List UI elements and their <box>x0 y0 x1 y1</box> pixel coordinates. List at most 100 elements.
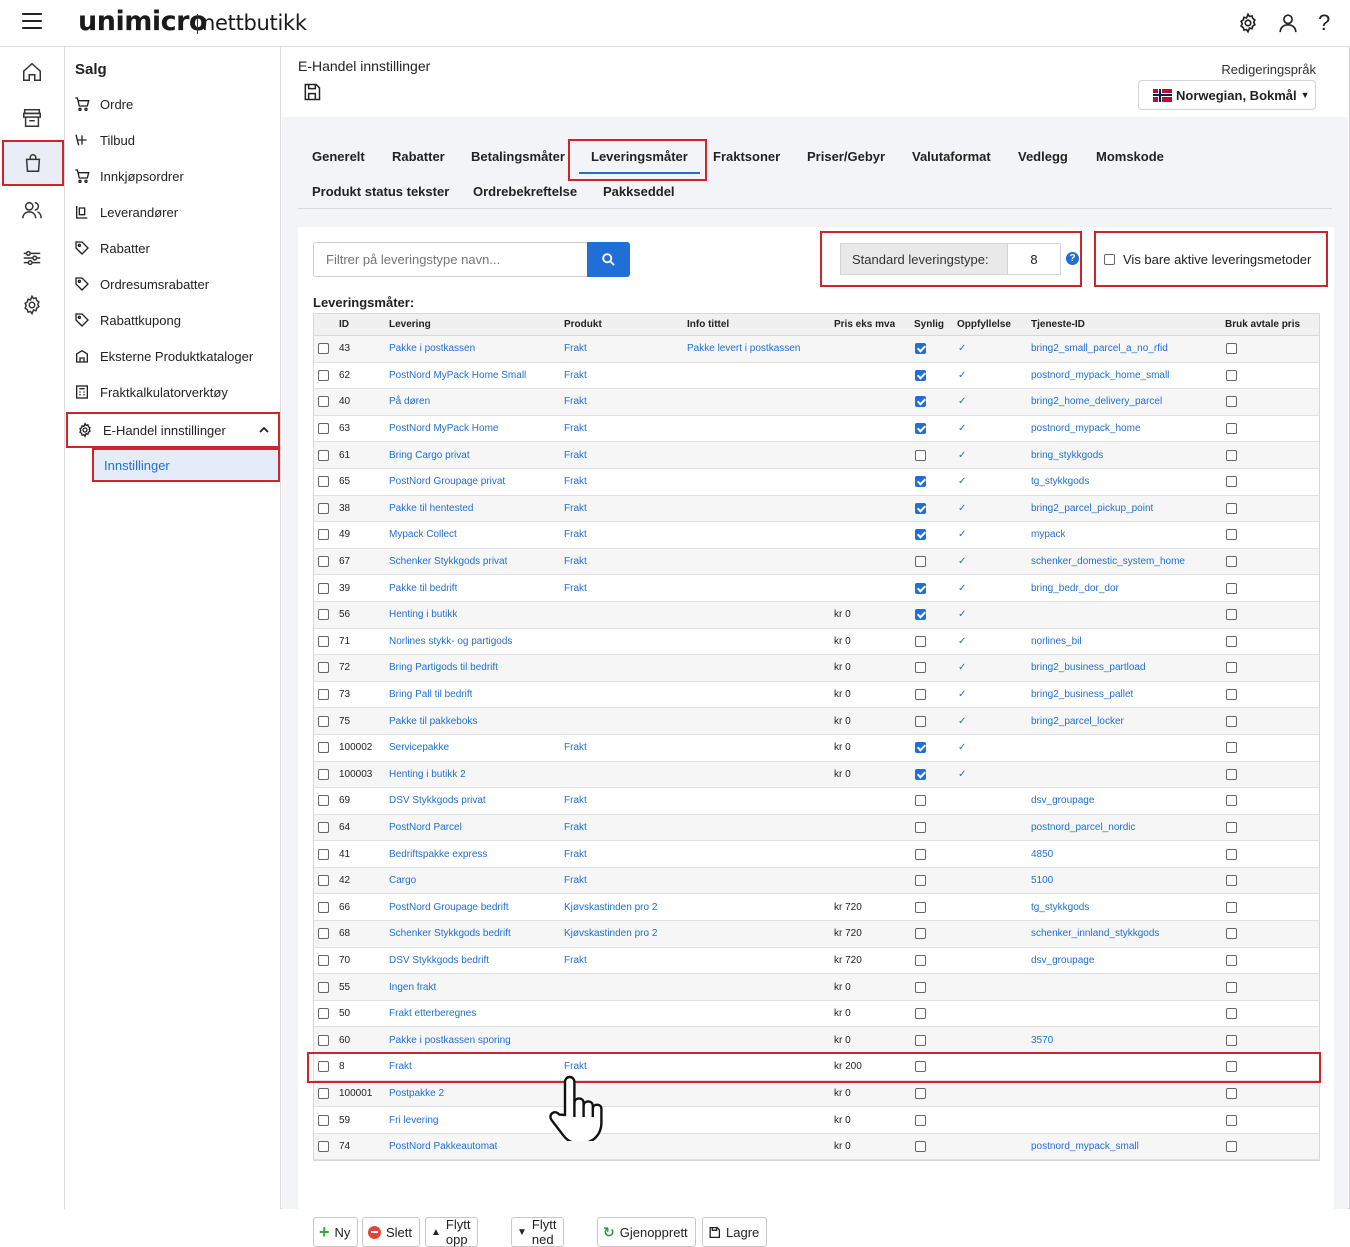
nav-item-leverandorer[interactable]: Leverandører <box>65 194 280 230</box>
cell-produkt[interactable]: Frakt <box>564 363 587 389</box>
cell-tjeneste[interactable]: schenker_domestic_system_home <box>1031 549 1185 575</box>
cell-levering[interactable]: Pakke i postkassen <box>389 336 475 362</box>
filter-input[interactable] <box>313 242 587 277</box>
help-icon[interactable]: ? <box>1066 252 1079 265</box>
table-row[interactable]: 67 Schenker Stykkgods privat Frakt schenker… <box>314 548 1319 576</box>
nav-item-e-handel-innstillinger[interactable]: E-Handel innstillinger <box>66 412 280 448</box>
cell-tjeneste[interactable]: postnord_mypack_home_small <box>1031 363 1169 389</box>
cell-levering[interactable]: PostNord MyPack Home <box>389 416 498 442</box>
cell-levering[interactable]: På døren <box>389 389 430 415</box>
cell-levering[interactable]: Schenker Stykkgods bedrift <box>389 921 511 947</box>
avtale-pris-checkbox[interactable] <box>1226 575 1237 601</box>
cell-levering[interactable]: Norlines stykk- og partigods <box>389 629 512 655</box>
avtale-pris-checkbox[interactable] <box>1226 389 1237 415</box>
cell-tjeneste[interactable]: bring2_business_pallet <box>1031 682 1133 708</box>
cell-produkt[interactable]: Frakt <box>564 389 587 415</box>
row-select-checkbox[interactable] <box>318 522 329 548</box>
avtale-pris-checkbox[interactable] <box>1226 1001 1237 1027</box>
nav-item-innkjopsordrer[interactable]: Innkjøpsordrer <box>65 158 280 194</box>
nav-item-fraktkalkulatorverktoy[interactable]: Fraktkalkulatorverktøy <box>65 374 280 410</box>
table-row[interactable]: 71 Norlines stykk- og partigods kr 0 norlin… <box>314 629 1319 656</box>
nav-item-tilbud[interactable]: Tilbud <box>65 122 280 158</box>
cell-tjeneste[interactable]: tg_stykkgods <box>1031 894 1089 920</box>
cell-levering[interactable]: Schenker Stykkgods privat <box>389 549 507 575</box>
row-select-checkbox[interactable] <box>318 1081 329 1107</box>
avtale-pris-checkbox[interactable] <box>1226 1081 1237 1107</box>
col-produkt[interactable]: Produkt <box>564 314 602 335</box>
nav-item-ordresumsrabatter[interactable]: Ordresumsrabatter <box>65 266 280 302</box>
avtale-pris-checkbox[interactable] <box>1226 1134 1237 1160</box>
col-synlig[interactable]: Synlig <box>914 314 944 335</box>
new-button[interactable]: + Ny <box>313 1217 359 1247</box>
row-select-checkbox[interactable] <box>318 762 329 788</box>
move-up-button[interactable]: ▲ Flytt opp <box>425 1217 479 1247</box>
avtale-pris-checkbox[interactable] <box>1226 815 1237 841</box>
tab-leveringsmater[interactable]: Leveringsmåter <box>591 149 688 164</box>
synlig-checkbox[interactable] <box>915 682 926 708</box>
table-row[interactable]: 100002 Servicepakke Frakt kr 0 ✓ <box>314 735 1319 762</box>
row-select-checkbox[interactable] <box>318 363 329 389</box>
synlig-checkbox[interactable] <box>915 1001 926 1027</box>
cell-levering[interactable]: Fri levering <box>389 1107 438 1133</box>
table-row[interactable]: 68 Schenker Stykkgods bedrift Kjøvskastind… <box>314 921 1319 948</box>
table-row[interactable]: 70 DSV Stykkgods bedrift Frakt kr 720 dsv_gr… <box>314 948 1319 975</box>
table-row[interactable]: 49 Mypack Collect Frakt mypack ✓ <box>314 522 1319 549</box>
cell-levering[interactable]: Servicepakke <box>389 735 449 761</box>
chevron-up-icon[interactable] <box>258 424 270 439</box>
avtale-pris-checkbox[interactable] <box>1226 1054 1237 1080</box>
synlig-checkbox[interactable] <box>915 708 926 734</box>
cell-produkt[interactable]: Frakt <box>564 416 587 442</box>
cell-tjeneste[interactable]: dsv_groupage <box>1031 788 1094 814</box>
table-row[interactable]: 66 PostNord Groupage bedrift Kjøvskastinde… <box>314 894 1319 922</box>
table-row[interactable]: 72 Bring Partigods til bedrift kr 0 bring2_… <box>314 655 1319 682</box>
restore-button[interactable]: ↻ Gjenopprett <box>597 1217 696 1247</box>
cell-tjeneste[interactable]: bring2_parcel_pickup_point <box>1031 496 1153 522</box>
synlig-checkbox[interactable] <box>915 948 926 974</box>
row-select-checkbox[interactable] <box>318 1107 329 1133</box>
table-row[interactable]: 42 Cargo Frakt 5100 <box>314 867 1319 895</box>
cell-produkt[interactable]: Frakt <box>564 469 587 495</box>
tab-pakkseddel[interactable]: Pakkseddel <box>603 184 675 199</box>
avtale-pris-checkbox[interactable] <box>1226 336 1237 362</box>
cell-levering[interactable]: Bring Partigods til bedrift <box>389 655 498 681</box>
cell-produkt[interactable]: Frakt <box>564 336 587 362</box>
table-row[interactable]: 40 På døren Frakt bring2_home_delivery_parc… <box>314 389 1319 416</box>
synlig-checkbox[interactable] <box>915 469 926 495</box>
tab-priser-gebyr[interactable]: Priser/Gebyr <box>807 149 885 164</box>
synlig-checkbox[interactable] <box>915 1081 926 1107</box>
col-levering[interactable]: Levering <box>389 314 431 335</box>
row-select-checkbox[interactable] <box>318 602 329 628</box>
cell-tjeneste[interactable]: postnord_mypack_home <box>1031 416 1141 442</box>
cell-produkt[interactable]: Frakt <box>564 442 587 468</box>
synlig-checkbox[interactable] <box>915 602 926 628</box>
table-row[interactable]: 50 Frakt etterberegnes kr 0 <box>314 1001 1319 1028</box>
cell-info[interactable]: Pakke levert i postkassen <box>687 336 800 362</box>
cell-tjeneste[interactable]: postnord_parcel_nordic <box>1031 815 1136 841</box>
cell-levering[interactable]: Pakke til hentested <box>389 496 474 522</box>
table-row[interactable]: 69 DSV Stykkgods privat Frakt dsv_groupage <box>314 788 1319 815</box>
avtale-pris-checkbox[interactable] <box>1226 549 1237 575</box>
gear-icon[interactable] <box>1237 12 1259 34</box>
synlig-checkbox[interactable] <box>915 1134 926 1160</box>
avtale-pris-checkbox[interactable] <box>1226 974 1237 1000</box>
row-select-checkbox[interactable] <box>318 708 329 734</box>
settings-icon[interactable] <box>0 282 64 328</box>
col-pris[interactable]: Pris eks mva <box>834 314 895 335</box>
tab-betalingsmater[interactable]: Betalingsmåter <box>471 149 565 164</box>
synlig-checkbox[interactable] <box>915 1027 926 1053</box>
cell-tjeneste[interactable]: 3570 <box>1031 1027 1053 1053</box>
cell-levering[interactable]: PostNord Groupage privat <box>389 469 505 495</box>
cell-produkt[interactable]: Frakt <box>564 735 587 761</box>
avtale-pris-checkbox[interactable] <box>1226 469 1237 495</box>
cell-tjeneste[interactable]: bring2_small_parcel_a_no_rfid <box>1031 336 1168 362</box>
table-row[interactable]: 63 PostNord MyPack Home Frakt postnord_mypa… <box>314 416 1319 443</box>
search-button[interactable] <box>587 242 630 277</box>
synlig-checkbox[interactable] <box>915 1107 926 1133</box>
avtale-pris-checkbox[interactable] <box>1226 921 1237 947</box>
cell-tjeneste[interactable]: bring_stykkgods <box>1031 442 1103 468</box>
synlig-checkbox[interactable] <box>915 868 926 894</box>
table-row[interactable]: 73 Bring Pall til bedrift kr 0 bring2_busin… <box>314 682 1319 709</box>
synlig-checkbox[interactable] <box>915 575 926 601</box>
avtale-pris-checkbox[interactable] <box>1226 708 1237 734</box>
synlig-checkbox[interactable] <box>915 788 926 814</box>
